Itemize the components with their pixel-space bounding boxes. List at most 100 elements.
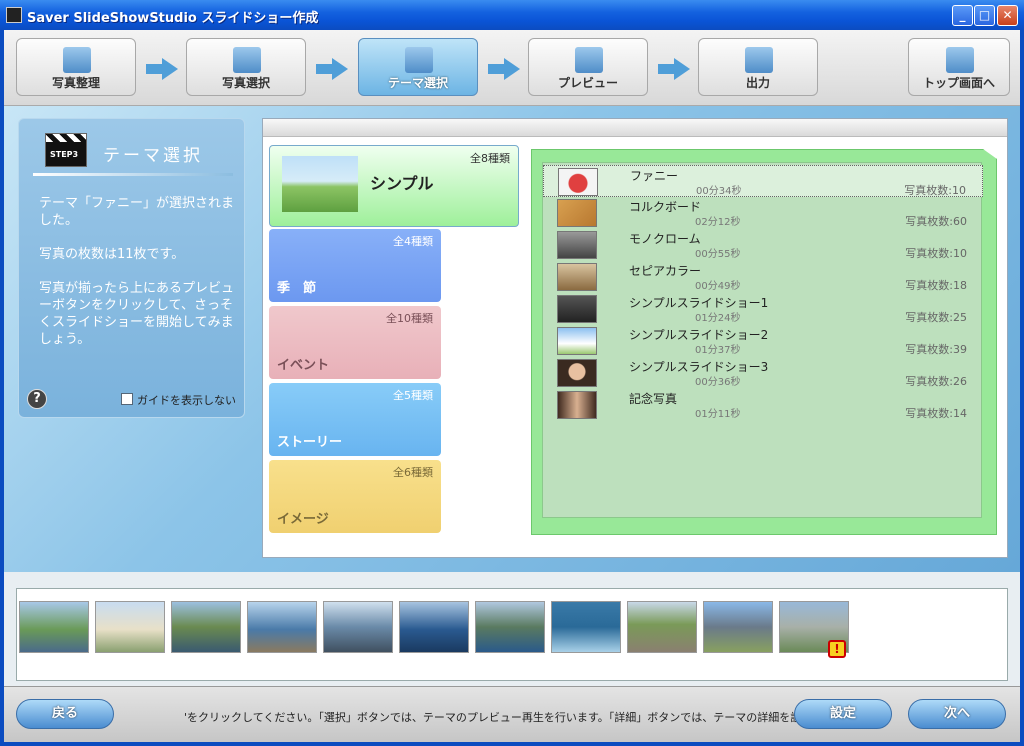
photo-thumbnail[interactable]: [323, 601, 393, 653]
step-output[interactable]: 出力: [698, 38, 818, 96]
theme-row-simple-1[interactable]: シンプルスライドショー1 01分24秒 写真枚数:25: [543, 293, 983, 325]
next-button[interactable]: 次へ: [908, 699, 1006, 729]
step-preview[interactable]: プレビュー: [528, 38, 648, 96]
photo-thumbnail[interactable]: !: [779, 601, 849, 658]
theme-photo-count: 写真枚数:18: [905, 279, 967, 292]
step-photo-select[interactable]: 写真選択: [186, 38, 306, 96]
category-name: 季 節: [277, 281, 317, 296]
theme-row-simple-3[interactable]: シンプルスライドショー3 00分36秒 写真枚数:26: [543, 357, 983, 389]
theme-row-funny[interactable]: ファニー 00分34秒 写真枚数:10: [543, 165, 983, 197]
guide-text-1: テーマ「ファニー」が選択されました。: [39, 196, 235, 228]
minimize-button[interactable]: _: [952, 5, 973, 26]
photo-thumbnail[interactable]: [19, 601, 89, 653]
step-theme-select[interactable]: テーマ選択: [358, 38, 478, 96]
theme-list-inner: ファニー 00分34秒 写真枚数:10 コルクボード 02分12秒 写真枚数:6…: [542, 162, 983, 518]
theme-photo-count: 写真枚数:26: [905, 375, 967, 388]
theme-row-commemorative[interactable]: 記念写真 01分11秒 写真枚数:14: [543, 389, 983, 421]
window-border-right: [1020, 30, 1024, 746]
theme-duration: 01分24秒: [695, 313, 741, 324]
step-label: トップ画面へ: [922, 76, 995, 90]
theme-photo-count: 写真枚数:14: [905, 407, 967, 420]
app-icon: [6, 7, 22, 23]
theme-name: コルクボード: [629, 200, 702, 214]
main-area: STEP3 テーマ選択 テーマ「ファニー」が選択されました。 写真の枚数は11枚…: [4, 106, 1020, 572]
top-screen-button[interactable]: トップ画面へ: [908, 38, 1010, 96]
photo-thumbnail[interactable]: [247, 601, 317, 653]
category-name: ストーリー: [277, 435, 343, 450]
settings-button[interactable]: 設定: [794, 699, 892, 729]
warning-icon[interactable]: !: [828, 640, 846, 658]
arrow-right-icon: [316, 58, 350, 80]
theme-photo-count: 写真枚数:10: [904, 184, 966, 197]
step-label: 出力: [745, 76, 770, 90]
category-season[interactable]: 全4種類 季 節: [269, 229, 441, 302]
hide-guide-label[interactable]: ガイドを表示しない: [137, 392, 236, 408]
photo-thumbnail[interactable]: [475, 601, 545, 653]
clapperboard-icon: STEP3: [45, 133, 87, 167]
theme-duration: 00分36秒: [695, 377, 741, 388]
strawberry-icon: [558, 168, 598, 196]
photo-thumbnail[interactable]: [95, 601, 165, 653]
group-photo-icon: [557, 391, 597, 419]
theme-duration: 00分34秒: [696, 186, 742, 197]
photo-thumbnail[interactable]: [703, 601, 773, 653]
step-label: プレビュー: [557, 76, 618, 90]
title-bar: Saver SlideShowStudio スライドショー作成 _ □ ✕: [0, 0, 1024, 30]
photo-thumbnail[interactable]: [551, 601, 621, 653]
category-count: 全8種類: [470, 152, 510, 165]
theme-photo-count: 写真枚数:25: [905, 311, 967, 324]
theme-duration: 00分49秒: [695, 281, 741, 292]
theme-list: ファニー 00分34秒 写真枚数:10 コルクボード 02分12秒 写真枚数:6…: [531, 149, 997, 535]
arrow-right-icon: [658, 58, 692, 80]
photo-select-icon: [233, 47, 261, 73]
theme-row-monochrome[interactable]: モノクローム 00分55秒 写真枚数:10: [543, 229, 983, 261]
guide-text-2: 写真の枚数は11枚です。: [39, 247, 185, 262]
category-event[interactable]: 全10種類 イベント: [269, 306, 441, 379]
top-screen-icon: [946, 47, 974, 73]
category-count: 全4種類: [393, 235, 433, 248]
category-thumbnail: [282, 156, 358, 212]
category-story[interactable]: 全5種類 ストーリー: [269, 383, 441, 456]
monochrome-icon: [557, 231, 597, 259]
photo-organize-icon: [63, 47, 91, 73]
theme-name: モノクローム: [629, 232, 701, 246]
theme-duration: 01分37秒: [695, 345, 741, 356]
photo-thumbnail[interactable]: [627, 601, 697, 653]
category-name: イメージ: [277, 512, 329, 527]
window-border-left: [0, 30, 4, 746]
arrow-right-icon: [146, 58, 180, 80]
theme-row-corkboard[interactable]: コルクボード 02分12秒 写真枚数:60: [543, 197, 983, 229]
theme-photo-count: 写真枚数:10: [905, 247, 967, 260]
maximize-button[interactable]: □: [974, 5, 995, 26]
category-name: シンプル: [370, 174, 434, 193]
guide-panel: STEP3 テーマ選択 テーマ「ファニー」が選択されました。 写真の枚数は11枚…: [18, 118, 245, 418]
close-button[interactable]: ✕: [997, 5, 1018, 26]
guide-text: テーマ「ファニー」が選択されました。 写真の枚数は11枚です。 写真が揃ったら上…: [39, 195, 235, 365]
photo-thumbnail[interactable]: [399, 601, 469, 653]
theme-duration: 01分11秒: [695, 409, 741, 420]
theme-row-simple-2[interactable]: シンプルスライドショー2 01分37秒 写真枚数:39: [543, 325, 983, 357]
sepia-icon: [557, 263, 597, 291]
category-count: 全5種類: [393, 389, 433, 402]
photo-strip: !: [16, 588, 1008, 681]
category-image[interactable]: 全6種類 イメージ: [269, 460, 441, 533]
step-label: テーマ選択: [387, 76, 448, 90]
theme-name: ファニー: [630, 169, 679, 183]
back-button[interactable]: 戻る: [16, 699, 114, 729]
step-photo-organize[interactable]: 写真整理: [16, 38, 136, 96]
photo-thumbnail[interactable]: [171, 601, 241, 653]
theme-name: セピアカラー: [629, 264, 702, 278]
help-icon[interactable]: ?: [27, 389, 47, 409]
theme-duration: 00分55秒: [695, 249, 741, 260]
theme-panel: シンプル 全8種類 全4種類 季 節 全10種類 イベント 全5種類 ストーリー…: [262, 118, 1008, 558]
category-simple[interactable]: シンプル 全8種類: [269, 145, 519, 227]
step-badge: STEP3: [50, 150, 79, 159]
output-icon: [745, 47, 773, 73]
theme-row-sepia[interactable]: セピアカラー 00分49秒 写真枚数:18: [543, 261, 983, 293]
guide-text-3: 写真が揃ったら上にあるプレビューボタンをクリックして、さっそくスライドショーを開…: [39, 281, 235, 347]
hide-guide-checkbox[interactable]: [121, 393, 133, 405]
window-border-bottom: [0, 742, 1024, 746]
category-count: 全10種類: [386, 312, 433, 325]
theme-photo-count: 写真枚数:60: [905, 215, 967, 228]
category-count: 全6種類: [393, 466, 433, 479]
